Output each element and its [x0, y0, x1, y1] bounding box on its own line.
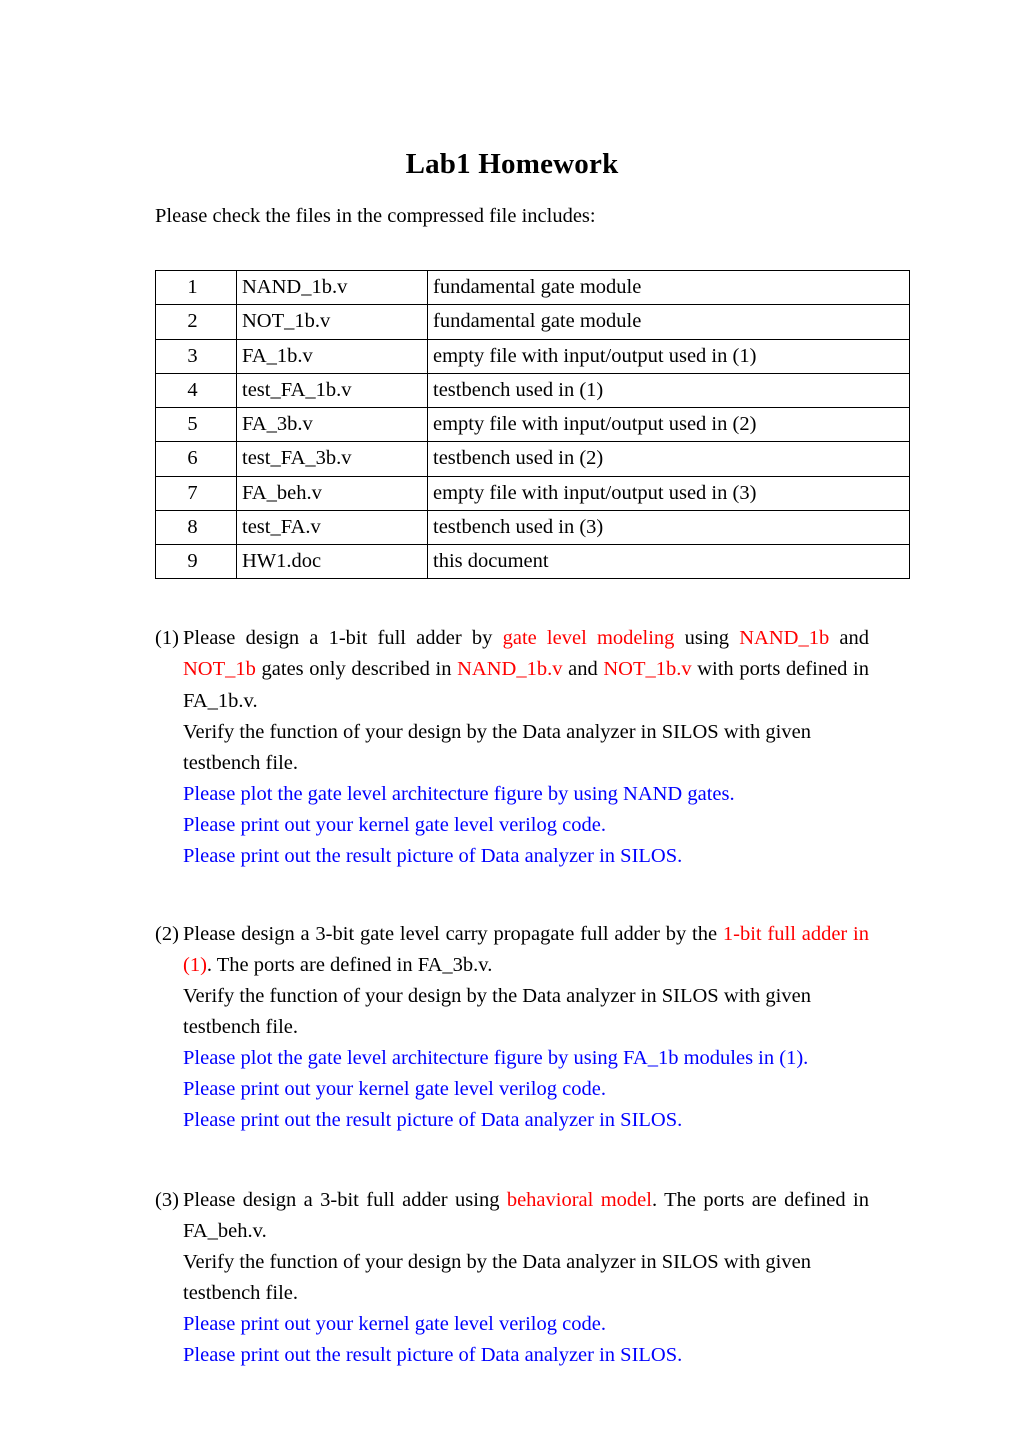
task-text-part: and	[829, 627, 869, 650]
row-index: 5	[155, 407, 237, 443]
row-index: 2	[155, 304, 237, 340]
task-marker: (2)	[155, 922, 179, 945]
row-index: 7	[155, 475, 237, 511]
task-text-part: Please design a 1-bit full adder by	[183, 627, 503, 650]
row-index: 4	[155, 372, 237, 409]
row-filename: NAND_1b.v	[236, 270, 428, 306]
task-text-part: . The ports are defined in FA_3b.v.	[206, 953, 493, 976]
task-item-3: (3) Please design a 3-bit full adder usi…	[155, 1185, 869, 1372]
task-text-part: and	[562, 658, 604, 681]
row-filename: FA_3b.v	[236, 407, 428, 443]
task-body: Please design a 3-bit gate level carry p…	[183, 919, 869, 1137]
emphasis-behavioral-model: behavioral model	[506, 1188, 652, 1211]
task-body: Please design a 3-bit full adder using b…	[183, 1185, 869, 1372]
task-text-part: using	[674, 627, 740, 650]
table-row: 3 FA_1b.v empty file with input/output u…	[155, 338, 910, 374]
row-description: testbench used in (1)	[427, 372, 910, 409]
blue-instruction: Please print out your kernel gate level …	[183, 1313, 606, 1336]
task-statement: Please design a 3-bit gate level carry p…	[183, 919, 869, 981]
row-index: 1	[155, 270, 237, 306]
task-statement: Please design a 3-bit full adder using b…	[183, 1185, 869, 1247]
table-row: 5 FA_3b.v empty file with input/output u…	[155, 407, 910, 443]
row-description: testbench used in (3)	[427, 509, 910, 546]
task-body: Please design a 1-bit full adder by gate…	[183, 623, 869, 872]
file-listing-table: 1 NAND_1b.v fundamental gate module 2 NO…	[155, 270, 910, 580]
row-description: empty file with input/output used in (1)	[427, 338, 910, 374]
table-row: 4 test_FA_1b.v testbench used in (1)	[155, 372, 910, 409]
row-filename: FA_1b.v	[236, 338, 428, 374]
emphasis-gate-level-modeling: gate level modeling	[502, 627, 675, 650]
task-marker: (1)	[155, 627, 179, 650]
verify-instruction: Verify the function of your design by th…	[183, 984, 811, 1039]
row-filename: test_FA.v	[236, 509, 428, 546]
blue-instruction: Please plot the gate level architecture …	[183, 783, 735, 806]
verify-instruction: Verify the function of your design by th…	[183, 1250, 811, 1305]
row-index: 8	[155, 509, 237, 546]
table-row: 7 FA_beh.v empty file with input/output …	[155, 475, 910, 511]
document-page: Lab1 Homework Please check the files in …	[0, 0, 1020, 1443]
blue-instruction: Please print out the result picture of D…	[183, 1344, 683, 1367]
task-text-part: Please design a 3-bit gate level carry p…	[183, 922, 723, 945]
task-item-2: (2) Please design a 3-bit gate level car…	[155, 919, 869, 1137]
table-row: 8 test_FA.v testbench used in (3)	[155, 509, 910, 546]
row-description: empty file with input/output used in (2)	[427, 407, 910, 443]
row-description: testbench used in (2)	[427, 441, 910, 477]
row-filename: HW1.doc	[236, 544, 428, 580]
row-index: 3	[155, 338, 237, 374]
blue-instruction: Please print out the result picture of D…	[183, 845, 683, 868]
row-index: 6	[155, 441, 237, 477]
blue-instruction: Please print out your kernel gate level …	[183, 1078, 606, 1101]
row-filename: FA_beh.v	[236, 475, 428, 511]
task-text-part: Please design a 3-bit full adder using	[183, 1188, 507, 1211]
blue-instruction: Please plot the gate level architecture …	[183, 1047, 809, 1070]
page-title: Lab1 Homework	[405, 148, 619, 180]
intro-paragraph: Please check the files in the compressed…	[155, 205, 596, 228]
emphasis-not-1b-file: NOT_1b.v	[603, 658, 692, 681]
task-statement: Please design a 1-bit full adder by gate…	[183, 623, 869, 716]
table-row: 1 NAND_1b.v fundamental gate module	[155, 270, 910, 306]
task-text-part: gates only described in	[255, 658, 458, 681]
row-filename: test_FA_1b.v	[236, 372, 428, 409]
emphasis-nand-1b-file: NAND_1b.v	[457, 658, 563, 681]
row-description: this document	[427, 544, 910, 580]
blue-instruction: Please print out the result picture of D…	[183, 1109, 683, 1132]
task-marker: (3)	[155, 1188, 179, 1211]
emphasis-not-1b: NOT_1b	[183, 658, 256, 681]
row-description: empty file with input/output used in (3)	[427, 475, 910, 511]
task-item-1: (1) Please design a 1-bit full adder by …	[155, 623, 869, 872]
row-filename: test_FA_3b.v	[236, 441, 428, 477]
row-description: fundamental gate module	[427, 270, 910, 306]
table-row: 9 HW1.doc this document	[155, 544, 910, 580]
row-filename: NOT_1b.v	[236, 304, 428, 340]
emphasis-nand-1b: NAND_1b	[739, 627, 830, 650]
document-content: Lab1 Homework Please check the files in …	[155, 0, 910, 1372]
verify-instruction: Verify the function of your design by th…	[183, 720, 811, 774]
blue-instruction: Please print out your kernel gate level …	[183, 814, 606, 837]
table-row: 6 test_FA_3b.v testbench used in (2)	[155, 441, 910, 477]
row-index: 9	[155, 544, 237, 580]
row-description: fundamental gate module	[427, 304, 910, 340]
table-row: 2 NOT_1b.v fundamental gate module	[155, 304, 910, 340]
